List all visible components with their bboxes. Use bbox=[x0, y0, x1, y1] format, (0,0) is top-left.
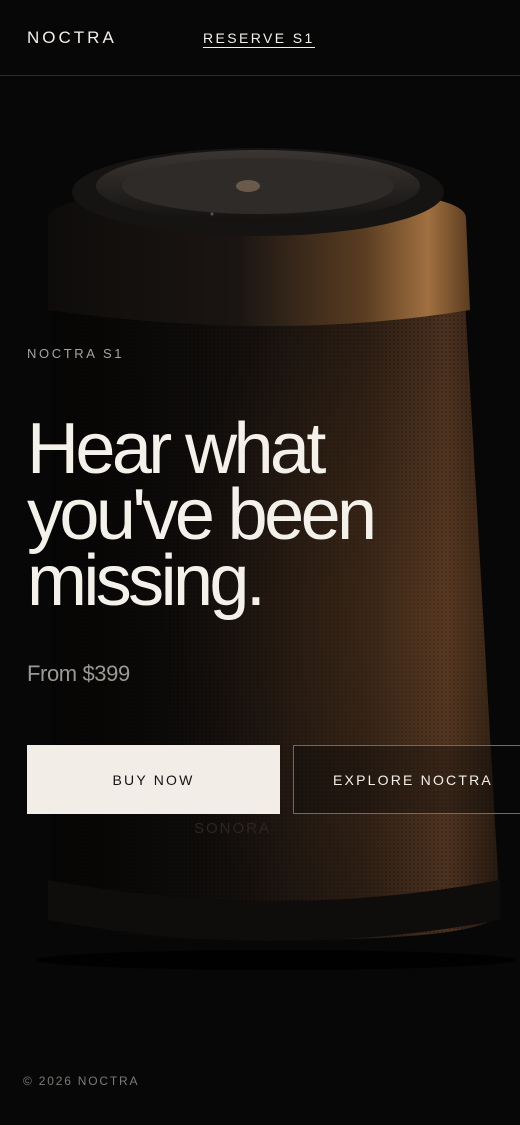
headline-line-2: you've been bbox=[27, 475, 377, 555]
sonora-logo: SONORA bbox=[194, 820, 271, 837]
headline-line-1: Hear what bbox=[27, 409, 326, 489]
landing-page: NOCTRA RESERVE S1 SONORA NOCTRA S1 Hear … bbox=[0, 0, 520, 1125]
buy-now-button[interactable]: BUY NOW bbox=[27, 745, 280, 814]
footer-copyright: © 2026 NOCTRA bbox=[23, 1074, 140, 1088]
brand-logo[interactable]: NOCTRA bbox=[27, 28, 117, 48]
site-header: NOCTRA RESERVE S1 bbox=[0, 0, 520, 76]
headline-line-3: missing. bbox=[27, 541, 266, 621]
product-eyebrow: NOCTRA S1 bbox=[27, 346, 125, 361]
reserve-s1-link[interactable]: RESERVE S1 bbox=[203, 30, 315, 48]
hero-headline: Hear what you've been missing. bbox=[27, 409, 507, 621]
explore-noctra-button[interactable]: EXPLORE NOCTRA bbox=[293, 745, 520, 814]
price-text: From $399 bbox=[27, 661, 130, 686]
